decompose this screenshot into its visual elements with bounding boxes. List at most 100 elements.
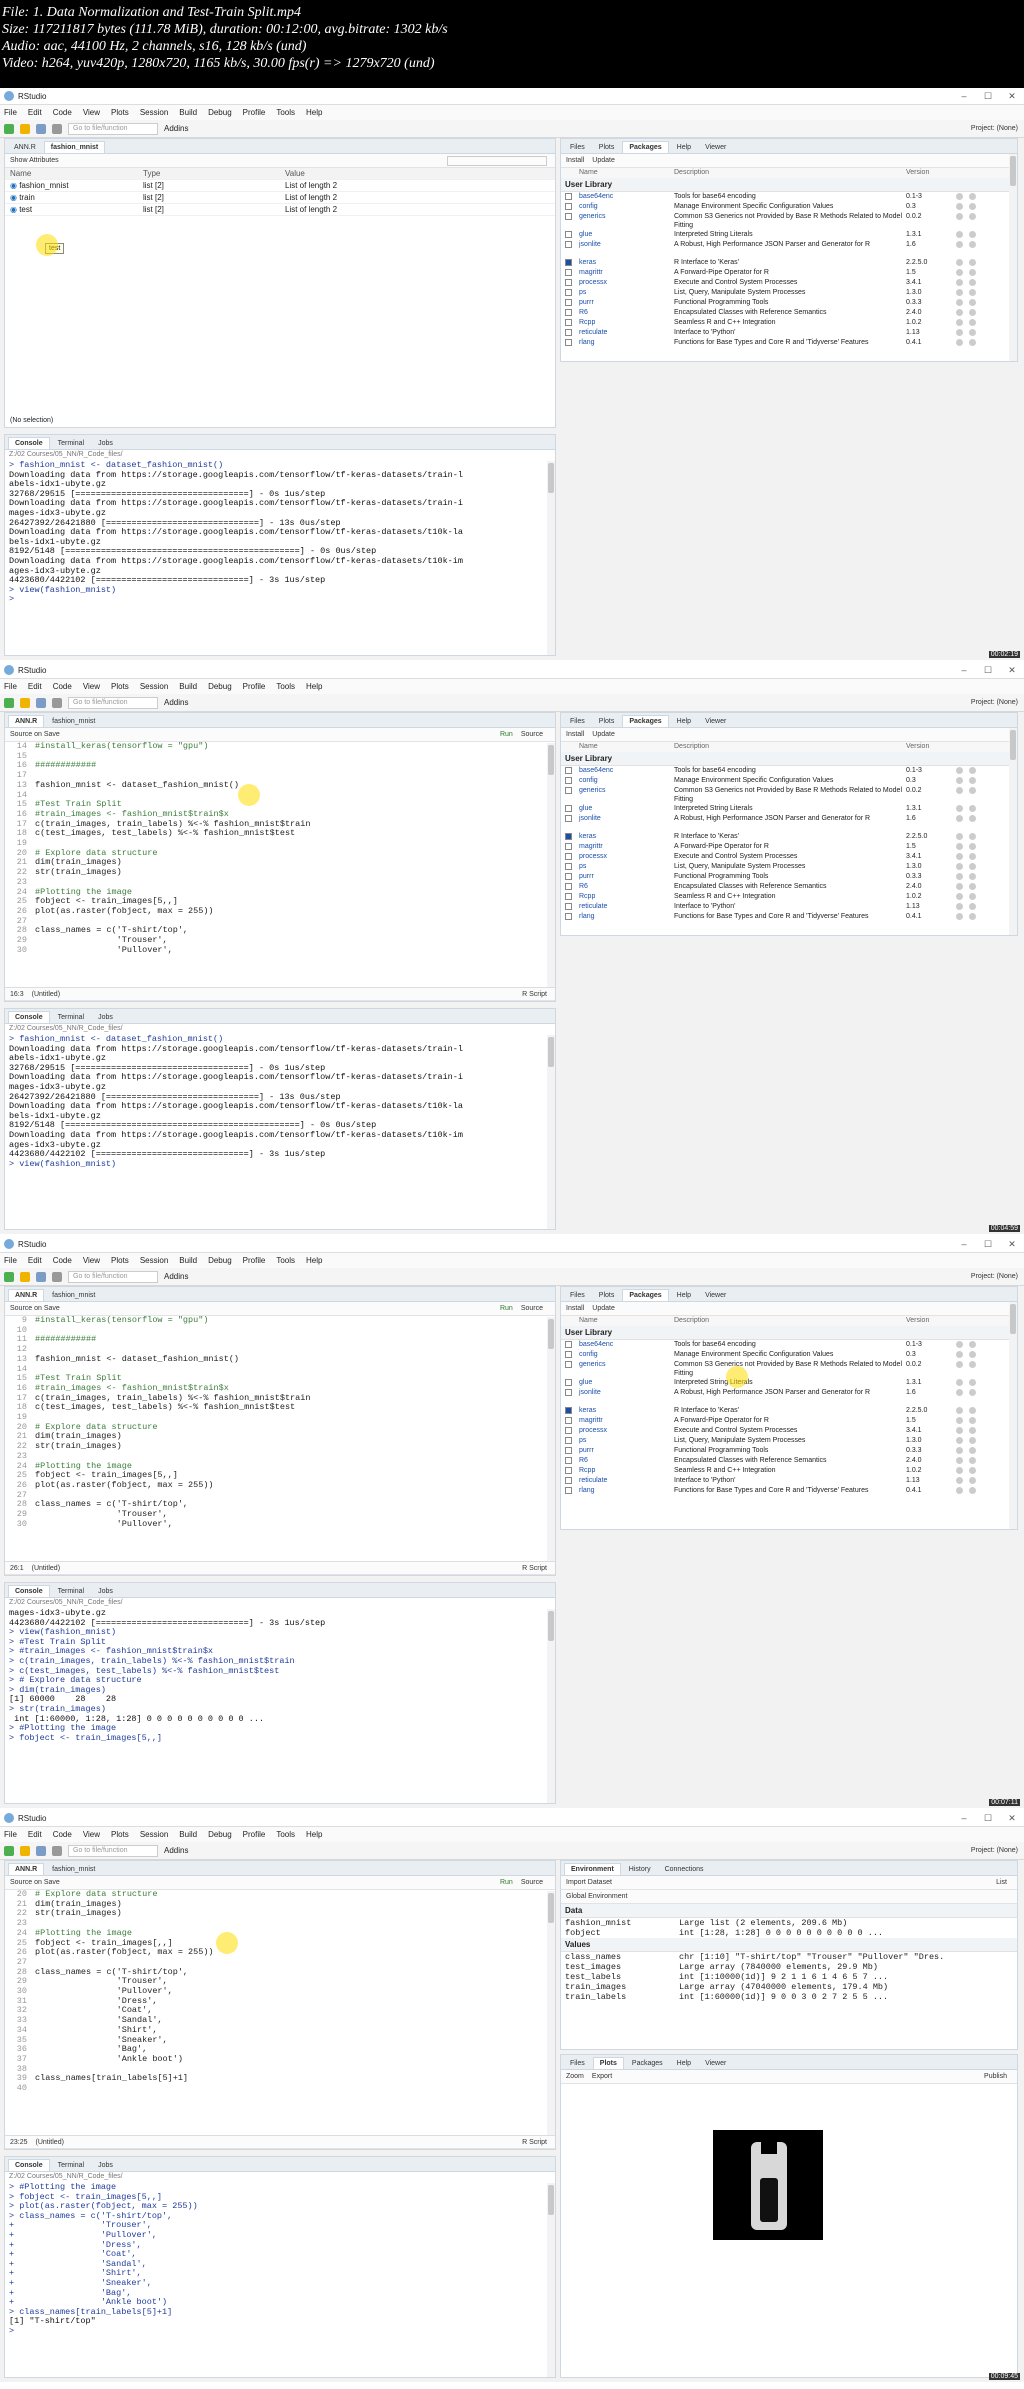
source-button[interactable]: Source bbox=[521, 731, 543, 738]
menu-profile[interactable]: Profile bbox=[243, 682, 266, 691]
package-row[interactable]: glue Interpreted String Literals 1.3.1 bbox=[561, 1378, 1017, 1388]
package-web-icon[interactable] bbox=[956, 289, 963, 296]
package-row[interactable]: base64enc Tools for base64 encoding 0.1-3 bbox=[561, 1340, 1017, 1350]
source-on-save-checkbox[interactable]: Source on Save bbox=[10, 1305, 60, 1312]
package-remove-icon[interactable] bbox=[969, 319, 976, 326]
open-folder-icon[interactable] bbox=[20, 123, 30, 134]
package-remove-icon[interactable] bbox=[969, 1379, 976, 1386]
package-web-icon[interactable] bbox=[956, 319, 963, 326]
package-row[interactable]: R6 Encapsulated Classes with Reference Se… bbox=[561, 1456, 1017, 1466]
install-button[interactable]: Install bbox=[566, 157, 584, 164]
code-line[interactable]: 22 str(train_images) bbox=[5, 1441, 555, 1452]
tab-jobs[interactable]: Jobs bbox=[92, 2160, 119, 2171]
tab-plots[interactable]: Plots bbox=[593, 716, 621, 727]
package-row[interactable]: reticulate Interface to 'Python' 1.13 bbox=[561, 328, 1017, 338]
viewer-row[interactable]: ◉ fashion_mnist list [2] List of length 2 bbox=[5, 180, 555, 192]
packages-scrollbar[interactable] bbox=[1009, 154, 1017, 361]
tab-files[interactable]: Files bbox=[564, 2058, 591, 2069]
package-web-icon[interactable] bbox=[956, 1379, 963, 1386]
package-name[interactable]: jsonlite bbox=[579, 1388, 674, 1406]
package-row[interactable]: R6 Encapsulated Classes with Reference Se… bbox=[561, 308, 1017, 318]
menu-build[interactable]: Build bbox=[179, 108, 197, 117]
package-name[interactable]: processx bbox=[579, 852, 674, 862]
code-line[interactable]: 13 fashion_mnist <- dataset_fashion_mnist… bbox=[5, 1354, 555, 1365]
package-name[interactable]: R6 bbox=[579, 882, 674, 892]
package-remove-icon[interactable] bbox=[969, 241, 976, 248]
new-file-icon[interactable] bbox=[4, 1271, 14, 1282]
packages-scrollbar[interactable] bbox=[1009, 1302, 1017, 1529]
project-menu[interactable]: Project: (None) bbox=[971, 1847, 1018, 1854]
package-remove-icon[interactable] bbox=[969, 913, 976, 920]
tab-terminal[interactable]: Terminal bbox=[52, 438, 90, 449]
menu-edit[interactable]: Edit bbox=[28, 108, 42, 117]
package-web-icon[interactable] bbox=[956, 903, 963, 910]
package-row[interactable]: Rcpp Seamless R and C++ Integration 1.0.2 bbox=[561, 318, 1017, 328]
package-web-icon[interactable] bbox=[956, 1447, 963, 1454]
viewer-row[interactable]: ◉ train list [2] List of length 2 bbox=[5, 192, 555, 204]
package-name[interactable]: config bbox=[579, 1350, 674, 1360]
viewer-row[interactable]: ◉ test list [2] List of length 2 bbox=[5, 204, 555, 216]
package-web-icon[interactable] bbox=[956, 1487, 963, 1494]
tab-fashion-mnist[interactable]: fashion_mnist bbox=[46, 1290, 101, 1301]
code-line[interactable]: 18 c(test_images, test_labels) %<-% fashi… bbox=[5, 828, 555, 839]
new-file-icon[interactable] bbox=[4, 697, 14, 708]
package-checkbox[interactable] bbox=[565, 1457, 572, 1464]
tab-help[interactable]: Help bbox=[671, 2058, 697, 2069]
menu-build[interactable]: Build bbox=[179, 1830, 197, 1839]
package-checkbox[interactable] bbox=[565, 1417, 572, 1424]
save-icon[interactable] bbox=[36, 1845, 46, 1856]
package-row[interactable]: ps List, Query, Manipulate System Process… bbox=[561, 862, 1017, 872]
package-remove-icon[interactable] bbox=[969, 299, 976, 306]
tab-console[interactable]: Console bbox=[8, 1011, 50, 1023]
package-checkbox[interactable] bbox=[565, 843, 572, 850]
goto-file-input[interactable]: Go to file/function bbox=[68, 122, 158, 135]
menu-plots[interactable]: Plots bbox=[111, 1830, 129, 1839]
editor-scrollbar[interactable] bbox=[547, 743, 555, 987]
package-row[interactable]: rlang Functions for Base Types and Core R… bbox=[561, 912, 1017, 930]
print-icon[interactable] bbox=[52, 1845, 62, 1856]
package-web-icon[interactable] bbox=[956, 309, 963, 316]
addins-menu[interactable]: Addins bbox=[164, 1846, 188, 1855]
package-web-icon[interactable] bbox=[956, 279, 963, 286]
package-remove-icon[interactable] bbox=[969, 1437, 976, 1444]
package-web-icon[interactable] bbox=[956, 1477, 963, 1484]
package-web-icon[interactable] bbox=[956, 269, 963, 276]
package-remove-icon[interactable] bbox=[969, 1477, 976, 1484]
tab-jobs[interactable]: Jobs bbox=[92, 438, 119, 449]
package-checkbox[interactable] bbox=[565, 1487, 572, 1494]
viewer-search-input[interactable] bbox=[447, 155, 547, 166]
tab-console[interactable]: Console bbox=[8, 437, 50, 449]
package-row[interactable]: base64enc Tools for base64 encoding 0.1-3 bbox=[561, 766, 1017, 776]
package-row[interactable]: processx Execute and Control System Proce… bbox=[561, 1426, 1017, 1436]
addins-menu[interactable]: Addins bbox=[164, 1272, 188, 1281]
package-web-icon[interactable] bbox=[956, 241, 963, 248]
package-name[interactable]: purrr bbox=[579, 1446, 674, 1456]
tab-ann-r[interactable]: ANN.R bbox=[8, 1289, 45, 1301]
package-name[interactable]: magrittr bbox=[579, 268, 674, 278]
package-checkbox[interactable] bbox=[565, 815, 572, 822]
package-name[interactable]: reticulate bbox=[579, 328, 674, 338]
menu-build[interactable]: Build bbox=[179, 1256, 197, 1265]
update-button[interactable]: Update bbox=[592, 1305, 615, 1312]
package-remove-icon[interactable] bbox=[969, 777, 976, 784]
code-line[interactable]: 16 ############ bbox=[5, 761, 555, 771]
package-web-icon[interactable] bbox=[956, 1341, 963, 1348]
package-web-icon[interactable] bbox=[956, 873, 963, 880]
menu-session[interactable]: Session bbox=[140, 682, 168, 691]
run-button[interactable]: Run bbox=[500, 1879, 513, 1886]
package-remove-icon[interactable] bbox=[969, 1389, 976, 1396]
tab-fashion-mnist[interactable]: fashion_mnist bbox=[43, 141, 106, 153]
env-row[interactable]: train_images Large array (47040000 elemen… bbox=[561, 1982, 1017, 1992]
package-name[interactable]: glue bbox=[579, 230, 674, 240]
package-web-icon[interactable] bbox=[956, 231, 963, 238]
list-view-toggle[interactable]: List bbox=[996, 1879, 1007, 1886]
package-checkbox[interactable] bbox=[565, 1407, 572, 1414]
package-checkbox[interactable] bbox=[565, 231, 572, 238]
package-checkbox[interactable] bbox=[565, 883, 572, 890]
tab-files[interactable]: Files bbox=[564, 716, 591, 727]
package-row[interactable]: purrr Functional Programming Tools 0.3.3 bbox=[561, 872, 1017, 882]
tab-viewer[interactable]: Viewer bbox=[699, 2058, 732, 2069]
package-web-icon[interactable] bbox=[956, 259, 963, 266]
run-button[interactable]: Run bbox=[500, 1305, 513, 1312]
menu-debug[interactable]: Debug bbox=[208, 1256, 232, 1265]
